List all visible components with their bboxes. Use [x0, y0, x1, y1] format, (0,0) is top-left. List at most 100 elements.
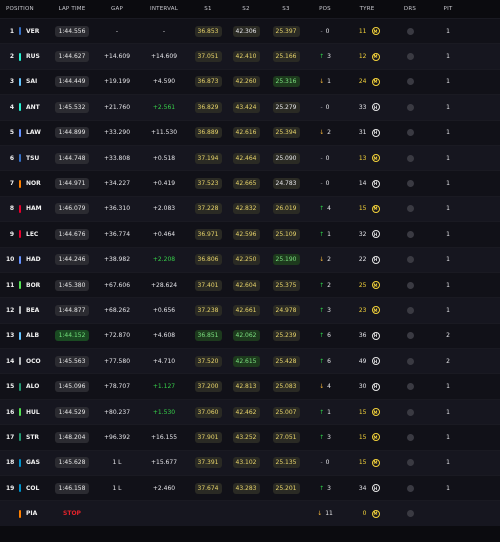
drs-indicator [390, 103, 430, 111]
driver-code[interactable]: HAD [26, 256, 41, 263]
table-row[interactable]: PIA STOP ↓ 11 0 M [0, 500, 500, 526]
lap-time-value: 1:44.877 [54, 304, 90, 316]
driver-code[interactable]: RUS [26, 53, 40, 60]
drs-indicator [390, 256, 430, 264]
tyre-cell: 14 H [344, 179, 390, 188]
drs-dot-icon [406, 484, 414, 492]
driver-code[interactable]: HUL [26, 409, 40, 416]
driver-code[interactable]: ALB [26, 332, 39, 339]
position-change-value: 3 [327, 53, 331, 61]
sector-cell: 42.813 [226, 381, 266, 393]
table-row[interactable]: 15 ALO 1:45.096 +78.707 +1.127 37.200 42.813 25… [0, 373, 500, 399]
tyre-laps: 32 [358, 230, 367, 238]
lap-time-cell: 1:44.971 [48, 178, 96, 190]
table-row[interactable]: 13 ALB 1:44.152 +72.870 +4.608 36.851 42.062 25… [0, 322, 500, 349]
driver-code[interactable]: ANT [26, 104, 40, 111]
col-s3[interactable]: S3 [266, 6, 306, 12]
col-s1[interactable]: S1 [190, 6, 226, 12]
s2-time: 42.616 [232, 127, 260, 139]
gap-value: +67.606 [103, 281, 131, 289]
interval-value: +0.656 [152, 306, 176, 314]
drs-dot-icon [406, 205, 414, 213]
col-interval[interactable]: INTERVAL [138, 6, 190, 12]
table-row[interactable]: 2 RUS 1:44.627 +14.609 +14.609 37.051 42.410 25… [0, 43, 500, 69]
driver-code[interactable]: NOR [26, 180, 41, 187]
table-row[interactable]: 18 GAS 1:45.628 1 L +15.677 37.391 43.102 25.13… [0, 449, 500, 476]
driver-code[interactable]: OCO [26, 358, 41, 365]
driver-code[interactable]: SAI [26, 78, 37, 85]
driver-code[interactable]: ALO [26, 383, 39, 390]
driver-code[interactable]: PIA [26, 510, 37, 517]
team-color-bar [19, 27, 21, 36]
col-lap-time[interactable]: LAP TIME [48, 6, 96, 12]
hard-tyre-icon: H [371, 230, 380, 239]
s1-time: 37.391 [194, 457, 222, 469]
table-row[interactable]: 3 SAI 1:44.449 +19.199 +4.590 36.873 42.260 25.… [0, 68, 500, 95]
table-row[interactable]: 1 VER 1:44.556- -36.853 42.306 25.397-0 11 M 1 [0, 18, 500, 44]
lap-time-value: 1:44.676 [54, 228, 90, 240]
driver-code[interactable]: BOR [26, 282, 40, 289]
table-row[interactable]: 4 ANT 1:45.532 +21.760 +2.561 36.829 43.424 25.… [0, 94, 500, 120]
driver-code[interactable]: HAM [26, 205, 42, 212]
lap-time-cell: 1:45.563 [48, 355, 96, 367]
medium-tyre-icon: M [371, 458, 380, 467]
lap-time-value: 1:44.971 [54, 178, 90, 190]
driver-code[interactable]: GAS [26, 459, 40, 466]
table-row[interactable]: 6 TSU 1:44.748 +33.808 +0.518 37.194 42.464 25.… [0, 144, 500, 171]
col-s2[interactable]: S2 [226, 6, 266, 12]
tyre-cell: 23 M [344, 306, 390, 315]
col-drs[interactable]: DRS [390, 6, 430, 12]
tyre-cell: 13 M [344, 154, 390, 163]
driver-code[interactable]: TSU [26, 155, 39, 162]
table-row[interactable]: 17 STR 1:48.204 +96.392 +16.155 37.901 43.252 2… [0, 424, 500, 450]
driver-code[interactable]: VER [26, 28, 39, 35]
lap-time-cell: 1:44.246 [48, 254, 96, 266]
table-row[interactable]: 7 NOR 1:44.971 +34.227 +0.419 37.523 42.665 24.… [0, 170, 500, 196]
hard-tyre-icon: H [371, 357, 380, 366]
table-row[interactable]: 14 OCO 1:45.563 +77.580 +4.710 37.520 42.615 25… [0, 348, 500, 374]
position-change: -0 [306, 459, 344, 466]
s1-time: 37.228 [194, 203, 222, 215]
tyre-cell: 15 M [344, 408, 390, 417]
s2-time: 42.260 [232, 76, 260, 88]
team-color-bar [19, 103, 21, 112]
driver-code[interactable]: LEC [26, 231, 38, 238]
col-tyre[interactable]: TYRE [344, 6, 390, 12]
table-row[interactable]: 10 HAD 1:44.246 +38.982 +2.208 36.806 42.250 25… [0, 246, 500, 272]
position-change: ↓ 11 [306, 510, 344, 517]
col-gap[interactable]: GAP [96, 6, 138, 12]
table-row[interactable]: 5 LAW 1:44.899 +33.290 +11.530 36.889 42.616 25… [0, 119, 500, 145]
driver-code[interactable]: STR [26, 434, 39, 441]
table-row[interactable]: 19 COL 1:46.158 1 L +2.460 37.674 43.283 25.201… [0, 475, 500, 501]
tyre-cell: 15 M [344, 458, 390, 467]
drs-indicator [390, 306, 430, 314]
s2-time: 42.665 [232, 178, 260, 190]
sector-cell: 36.806 [190, 254, 226, 266]
table-row[interactable]: 16 HUL 1:44.529 +80.237 +1.530 37.060 42.462 25… [0, 398, 500, 425]
driver-code[interactable]: BEA [26, 307, 39, 314]
driver-code[interactable]: COL [26, 485, 39, 492]
s1-time: 36.873 [194, 76, 222, 88]
sector-cell: 37.238 [190, 304, 226, 316]
col-pit[interactable]: PIT [430, 6, 466, 12]
s1-time: 37.238 [194, 304, 222, 316]
s3-time: 25.190 [272, 254, 300, 266]
position-number: 7 [9, 180, 14, 188]
lap-time-cell: 1:44.449 [48, 76, 96, 88]
s2-time: 42.462 [232, 406, 260, 418]
table-row[interactable]: 9 LEC 1:44.676 +36.774 +0.464 36.971 42.596 25.… [0, 221, 500, 247]
hard-tyre-icon: H [371, 331, 380, 340]
s2-time: 42.596 [232, 228, 260, 240]
table-row[interactable]: 12 BEA 1:44.877 +68.262 +0.656 37.238 42.661 24… [0, 297, 500, 323]
s3-time: 26.019 [272, 203, 300, 215]
drs-indicator [390, 510, 430, 518]
driver-code[interactable]: LAW [26, 129, 41, 136]
drs-dot-icon [406, 332, 414, 340]
table-row[interactable]: 11 BOR 1:45.380 +67.606 +28.624 37.401 42.604 2… [0, 271, 500, 298]
position-number: 17 [6, 433, 15, 441]
team-color-bar [19, 433, 21, 442]
col-pos[interactable]: POS [306, 6, 344, 12]
col-position[interactable]: POSITION [6, 6, 48, 12]
sector-cell: 36.971 [190, 228, 226, 240]
table-row[interactable]: 8 HAM 1:46.079 +36.310 +2.083 37.228 42.832 26.… [0, 195, 500, 222]
